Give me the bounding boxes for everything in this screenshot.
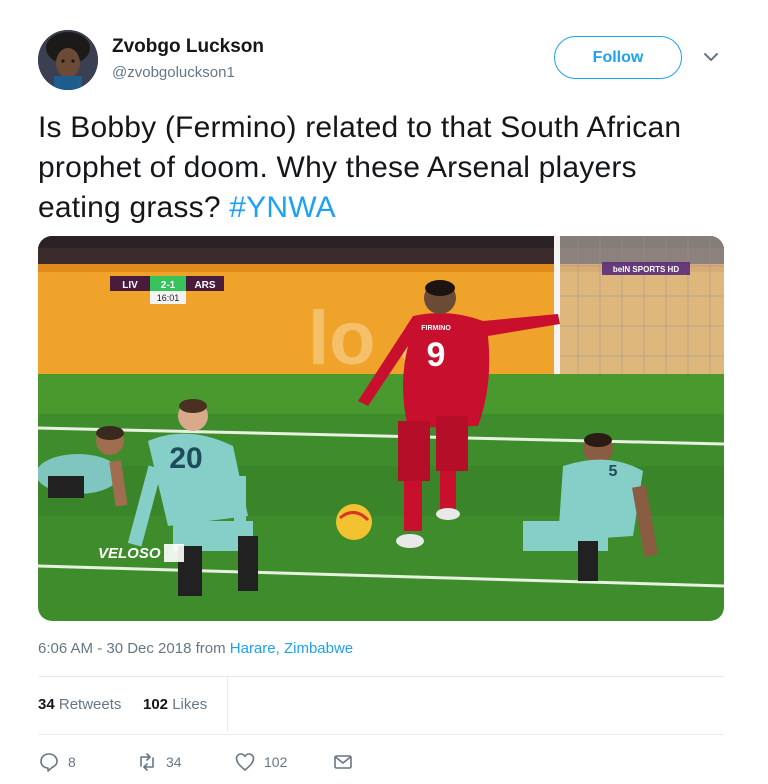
- reply-count: 8: [68, 754, 76, 770]
- tweet-actions: 8 34 102: [38, 748, 724, 776]
- like-count: 102: [264, 754, 288, 770]
- retweet-button[interactable]: 34: [136, 748, 182, 776]
- tweet-location[interactable]: Harare, Zimbabwe: [230, 640, 353, 657]
- follow-button[interactable]: Follow: [554, 36, 682, 79]
- likes-count: 102: [143, 696, 169, 713]
- likes-label: Likes: [172, 696, 208, 713]
- veloso-watermark: VELOSO: [98, 545, 161, 562]
- reply-icon: [40, 753, 58, 772]
- score-home: LIV: [122, 280, 138, 291]
- player-20-number: 20: [169, 442, 202, 475]
- retweets-stat[interactable]: 34 Retweets: [38, 696, 121, 713]
- stats-separator: [227, 676, 228, 732]
- envelope-icon: [334, 755, 352, 769]
- tweet-meta: 6:06 AM - 30 Dec 2018 from Harare, Zimba…: [38, 640, 353, 657]
- retweet-icon: [140, 753, 154, 771]
- user-name[interactable]: Zvobgo Luckson: [112, 36, 264, 58]
- tweet-body: Is Bobby (Fermino) related to that South…: [38, 111, 682, 224]
- tweet-header: Zvobgo Luckson @zvobgoluckson1 Follow: [38, 30, 728, 92]
- avatar[interactable]: [38, 30, 98, 90]
- tweet-text: Is Bobby (Fermino) related to that South…: [38, 108, 728, 228]
- retweets-count: 34: [38, 696, 55, 713]
- score-away: ARS: [194, 280, 215, 291]
- broadcaster-logo: beIN SPORTS HD: [613, 265, 679, 274]
- score-time: 16:01: [157, 293, 180, 303]
- football: [336, 504, 372, 540]
- hashtag-link[interactable]: #YNWA: [229, 191, 336, 224]
- direct-message-button[interactable]: [332, 748, 354, 776]
- user-handle[interactable]: @zvobgoluckson1: [112, 64, 235, 81]
- retweet-count: 34: [166, 754, 182, 770]
- divider: [38, 734, 724, 735]
- likes-stat[interactable]: 102 Likes: [143, 696, 207, 713]
- player-name-text: FIRMINO: [421, 325, 451, 332]
- tweet-image[interactable]: lo e LIV 2-1 ARS 16:01 beIN SPORTS HD FI…: [38, 236, 724, 621]
- player-5-number: 5: [609, 463, 618, 480]
- retweets-label: Retweets: [58, 696, 122, 713]
- tweet-timestamp[interactable]: 6:06 AM - 30 Dec 2018 from: [38, 640, 230, 657]
- heart-icon: [235, 753, 255, 771]
- tweet-stats: 34 Retweets 102 Likes: [38, 676, 724, 732]
- chevron-down-icon[interactable]: [700, 46, 722, 68]
- player-number-text: 9: [427, 336, 446, 374]
- score-value: 2-1: [161, 280, 176, 291]
- reply-button[interactable]: 8: [38, 748, 76, 776]
- like-button[interactable]: 102: [234, 748, 287, 776]
